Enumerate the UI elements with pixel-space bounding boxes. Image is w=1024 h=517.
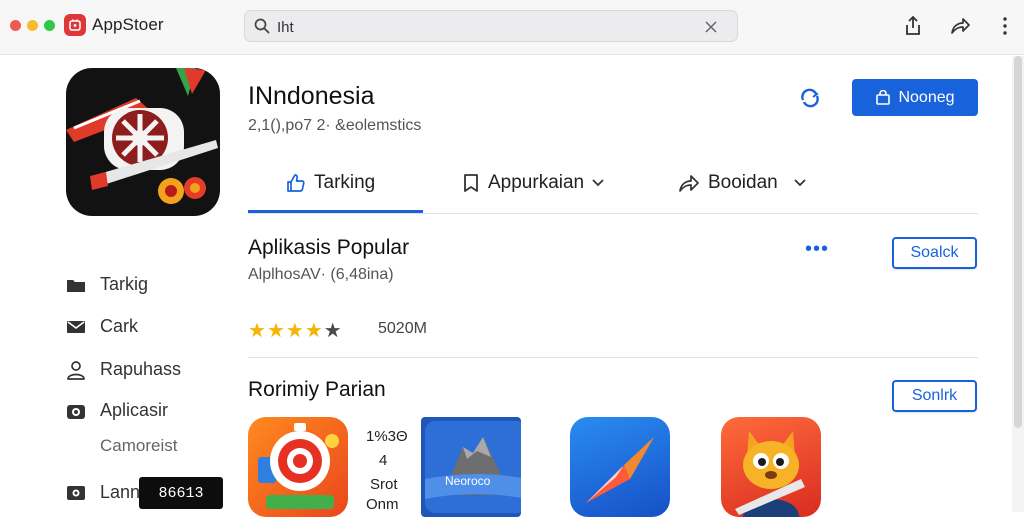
kebab-menu-icon (1003, 17, 1007, 35)
scrollbar-thumb[interactable] (1014, 56, 1022, 428)
share-upload-icon (906, 15, 920, 35)
star-rating: ★★★★★ (248, 318, 343, 343)
popular-action-button[interactable]: Soalck (892, 237, 977, 269)
counter-badge-text: 86613 (158, 484, 204, 502)
app-hero-icon (66, 68, 220, 216)
app-subtitle: 2,1(),po7 2· &eolemstics (248, 117, 422, 134)
search-icon (254, 18, 270, 39)
sidebar-item-label: Lann (100, 482, 141, 502)
sidebar-sub-label: Camoreist (100, 436, 178, 455)
refresh-icon (801, 88, 819, 108)
sidebar-item-cark[interactable]: Cark (66, 316, 138, 337)
search-bar[interactable] (244, 10, 738, 42)
popular-section-subtitle: AlplhosAV· (6,48ina) (248, 266, 394, 283)
app-title: INndonesia (248, 82, 375, 110)
camera-icon (67, 404, 85, 419)
rom-action-label: Sonlrk (911, 387, 958, 404)
tile-info-line: 4 (379, 452, 388, 469)
bookmark-icon (464, 174, 478, 192)
stopwatch-app-icon (258, 423, 339, 509)
star-filled-icon: ★ (266, 320, 286, 342)
forward-icon (951, 18, 970, 34)
rom-action-button[interactable]: Sonlrk (892, 380, 977, 412)
sidebar-item-label: Tarkig (100, 274, 149, 294)
refresh-button[interactable] (797, 86, 823, 110)
maximize-window-button[interactable] (44, 20, 55, 31)
paper-plane-app-icon (586, 437, 654, 503)
search-input[interactable] (275, 15, 699, 39)
tab-label: Appurkaian (488, 172, 585, 193)
chevron-down-icon (794, 179, 806, 187)
rating-count: 5020M (378, 320, 427, 337)
clear-search-icon[interactable] (705, 20, 717, 38)
close-window-button[interactable] (10, 20, 21, 31)
counter-badge: 86613 (139, 477, 223, 509)
app-tile-2[interactable]: Neoroco (421, 417, 521, 517)
tab-label: Tarking (314, 172, 376, 193)
app-tile-1[interactable] (248, 417, 348, 517)
star-filled-icon: ★ (304, 320, 324, 342)
mountain-app-icon (425, 421, 521, 513)
tab-booidan[interactable]: Booidan (678, 168, 806, 198)
popular-section-title: Aplikasis Popular (248, 236, 410, 259)
minimize-window-button[interactable] (27, 20, 38, 31)
section-divider (248, 357, 978, 358)
mail-icon (67, 320, 85, 333)
tile-info-line: Srot (370, 476, 398, 493)
share-icon (679, 175, 699, 192)
sidebar-item-label: Aplicasir (100, 400, 169, 420)
rom-section-title: Rorimiy Parian (248, 378, 386, 401)
tab-appurkaian[interactable]: Appurkaian (462, 168, 604, 198)
app-logo-icon (64, 14, 86, 36)
share-upload-button[interactable] (901, 14, 925, 38)
forward-button[interactable] (948, 14, 972, 38)
photo-icon (67, 485, 85, 500)
sidebar-item-label: Rapuhass (100, 359, 182, 379)
more-options-icon[interactable]: ••• (805, 238, 829, 261)
install-button[interactable]: Nooneg (852, 79, 978, 116)
sidebar-item-label: Cark (100, 316, 139, 336)
star-filled-icon: ★ (248, 320, 267, 342)
window-title: AppStoer (92, 15, 164, 34)
app-tile-3[interactable] (570, 417, 670, 517)
app-tile-4[interactable] (721, 417, 821, 517)
sidebar-item-lann[interactable]: Lann (66, 482, 140, 503)
tabs-divider (248, 213, 978, 214)
active-tab-indicator (248, 210, 423, 213)
star-filled-icon: ★ (285, 320, 305, 342)
user-icon (67, 360, 85, 380)
tile-info-line: Onm (366, 496, 399, 513)
fox-app-icon (735, 431, 805, 517)
more-menu-button[interactable] (996, 14, 1014, 38)
tab-label: Booidan (708, 172, 778, 193)
tile-info-line: 1%3Θ (366, 428, 408, 445)
sidebar-item-tarkig[interactable]: Tarkig (66, 274, 148, 295)
star-empty-icon: ★ (323, 320, 343, 342)
sidebar-item-aplicasir[interactable]: Aplicasir (66, 400, 168, 421)
install-button-label: Nooneg (898, 88, 955, 106)
chevron-down-icon (592, 179, 604, 187)
thumbs-up-icon (287, 174, 305, 192)
popular-action-label: Soalck (910, 244, 959, 261)
bag-icon (876, 89, 891, 105)
sidebar-item-rapuhass[interactable]: Rapuhass (66, 359, 181, 380)
folder-icon (67, 279, 85, 292)
tile-label: Neoroco (445, 474, 491, 488)
tab-tarking[interactable]: Tarking (286, 168, 375, 198)
